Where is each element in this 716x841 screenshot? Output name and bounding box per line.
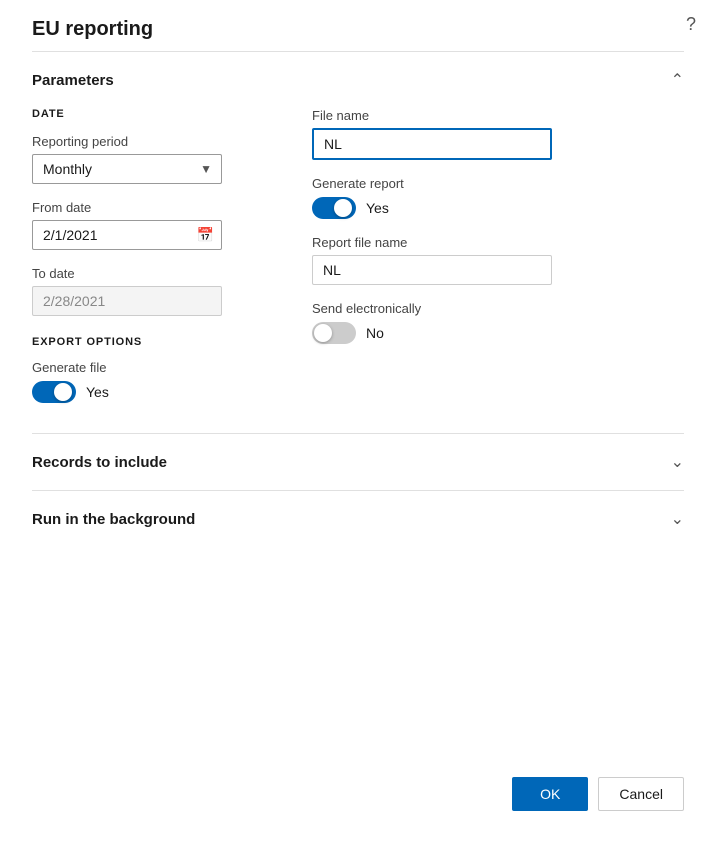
background-chevron-icon: ⌄ [671, 509, 684, 529]
from-date-wrapper: 📅 [32, 220, 222, 250]
generate-report-toggle-thumb [334, 199, 352, 217]
file-name-group: File name [312, 108, 684, 160]
to-date-input [32, 286, 222, 316]
export-options-title: EXPORT OPTIONS [32, 336, 272, 348]
send-electronically-toggle-row: No [312, 322, 684, 344]
generate-report-toggle[interactable] [312, 197, 356, 219]
reporting-period-select[interactable]: Monthly Quarterly Yearly [32, 154, 222, 184]
send-electronically-label: Send electronically [312, 301, 684, 316]
records-section-header[interactable]: Records to include ⌄ [32, 434, 684, 490]
background-section-header[interactable]: Run in the background ⌄ [32, 491, 684, 547]
generate-file-toggle[interactable] [32, 381, 76, 403]
bottom-buttons: OK Cancel [512, 777, 684, 811]
date-section-title: DATE [32, 108, 272, 120]
from-date-group: From date 📅 [32, 200, 272, 250]
reporting-period-label: Reporting period [32, 134, 272, 149]
records-chevron-icon: ⌄ [671, 452, 684, 472]
parameters-section-header[interactable]: Parameters ⌃ [32, 52, 684, 108]
background-section: Run in the background ⌄ [32, 490, 684, 547]
to-date-group: To date [32, 266, 272, 316]
report-file-name-input[interactable] [312, 255, 552, 285]
parameters-chevron-up-icon: ⌃ [671, 70, 684, 90]
background-title: Run in the background [32, 511, 195, 528]
generate-report-label: Generate report [312, 176, 684, 191]
from-date-label: From date [32, 200, 272, 215]
page-title: EU reporting [0, 0, 716, 51]
parameters-title: Parameters [32, 72, 114, 89]
report-file-name-group: Report file name [312, 235, 684, 285]
date-column: DATE Reporting period Monthly Quarterly … [32, 108, 272, 403]
reporting-period-group: Reporting period Monthly Quarterly Yearl… [32, 134, 272, 184]
send-electronically-toggle[interactable] [312, 322, 356, 344]
send-electronically-toggle-thumb [314, 324, 332, 342]
parameters-section: Parameters ⌃ DATE Reporting period Month… [32, 51, 684, 433]
to-date-label: To date [32, 266, 272, 281]
parameters-body: DATE Reporting period Monthly Quarterly … [32, 108, 684, 433]
generate-report-group: Generate report Yes [312, 176, 684, 219]
reporting-period-dropdown-wrapper: Monthly Quarterly Yearly ▼ [32, 154, 222, 184]
file-name-input[interactable] [312, 128, 552, 160]
cancel-button[interactable]: Cancel [598, 777, 684, 811]
help-icon[interactable]: ? [686, 14, 696, 35]
generate-report-toggle-row: Yes [312, 197, 684, 219]
records-section: Records to include ⌄ [32, 433, 684, 490]
generate-report-value: Yes [366, 200, 389, 216]
file-name-label: File name [312, 108, 684, 123]
send-electronically-group: Send electronically No [312, 301, 684, 344]
generate-file-toggle-thumb [54, 383, 72, 401]
ok-button[interactable]: OK [512, 777, 588, 811]
from-date-input[interactable] [32, 220, 222, 250]
generate-file-toggle-row: Yes [32, 381, 272, 403]
generate-file-value: Yes [86, 384, 109, 400]
to-date-wrapper [32, 286, 222, 316]
send-electronically-value: No [366, 325, 384, 341]
generate-file-label: Generate file [32, 360, 272, 375]
report-file-name-label: Report file name [312, 235, 684, 250]
records-title: Records to include [32, 454, 167, 471]
right-column: File name Generate report Yes Report fil… [312, 108, 684, 403]
